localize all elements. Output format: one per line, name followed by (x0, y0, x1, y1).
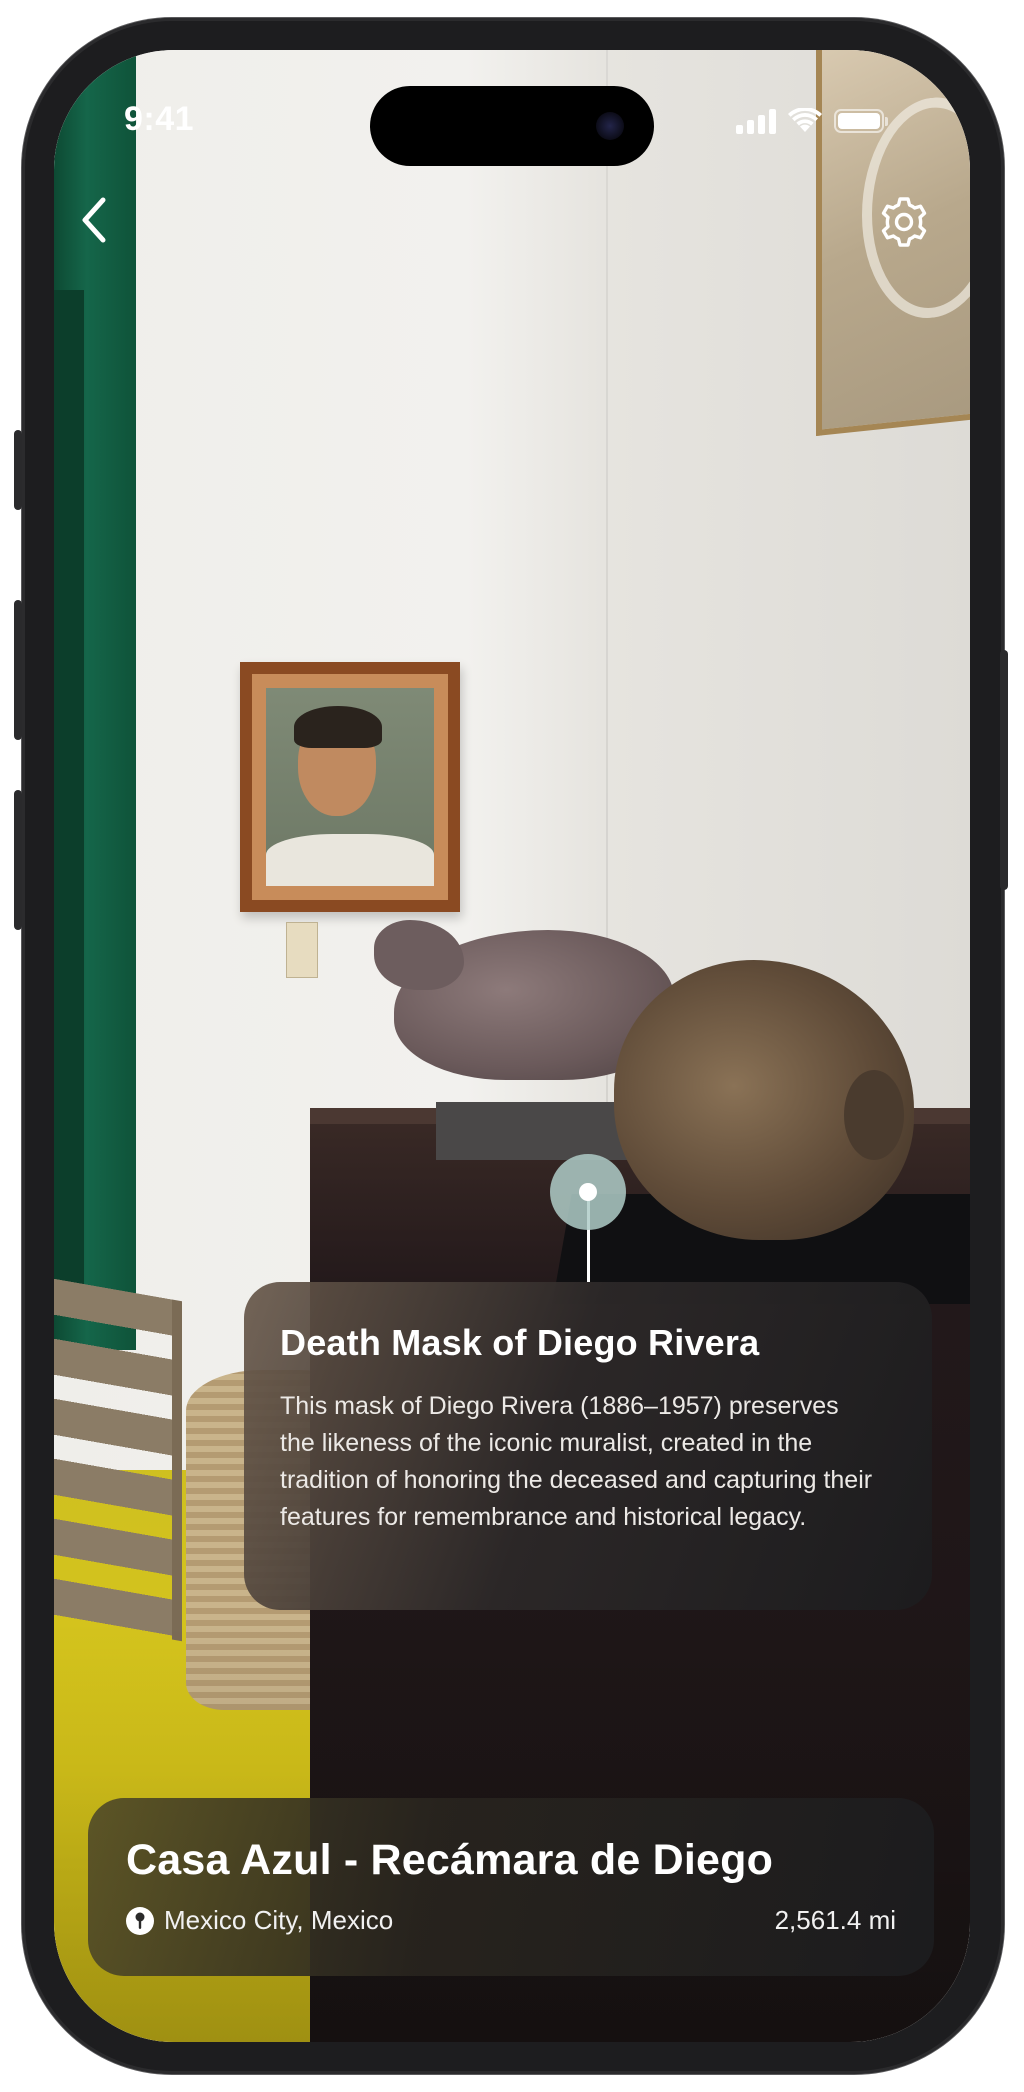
ar-camera-view (54, 50, 970, 2042)
settings-button[interactable] (874, 192, 934, 252)
statue-base (436, 1102, 636, 1160)
death-mask-ear (844, 1070, 904, 1160)
gear-icon (881, 197, 927, 247)
status-icons (736, 104, 888, 138)
location-title: Casa Azul - Recámara de Diego (126, 1836, 774, 1884)
location-details: Mexico City, Mexico 2,561.4 mi (126, 1905, 896, 1936)
volume-down-button (14, 790, 22, 930)
portrait-canvas (266, 688, 434, 886)
artifact-description: This mask of Diego Rivera (1886–1957) pr… (280, 1392, 873, 1531)
volume-up-button (14, 600, 22, 740)
status-time: 9:41 (124, 100, 195, 138)
location-city: Mexico City, Mexico (164, 1905, 394, 1935)
hotspot-pin-icon (579, 1183, 597, 1201)
location-card[interactable]: Casa Azul - Recámara de Diego Mexico Cit… (88, 1798, 934, 1976)
portrait-mat (252, 674, 448, 900)
portrait-shirt (266, 834, 434, 886)
artifact-title: Death Mask of Diego Rivera (280, 1322, 760, 1363)
power-button (1000, 650, 1008, 890)
location-pin-icon (126, 1906, 154, 1935)
location-place: Mexico City, Mexico (126, 1905, 393, 1936)
front-camera-icon (596, 112, 624, 140)
dynamic-island (370, 86, 654, 166)
location-pin-glyph (135, 1912, 145, 1929)
portrait-hair (294, 706, 382, 748)
screen: 9:41 Death Mask of Diego Rivera This mas… (54, 50, 970, 2042)
artifact-info-card[interactable]: Death Mask of Diego Rivera This mask of … (244, 1282, 932, 1610)
wifi-icon (788, 108, 822, 132)
back-button[interactable] (66, 192, 122, 248)
portrait-painting (240, 662, 460, 912)
hotspot-marker[interactable] (550, 1154, 626, 1230)
cellular-signal-icon (736, 108, 776, 134)
wooden-chair (54, 1278, 182, 1642)
action-button (14, 430, 22, 510)
battery-icon (834, 109, 888, 133)
location-distance: 2,561.4 mi (774, 1905, 896, 1935)
light-switch (286, 922, 318, 978)
chevron-left-icon (82, 197, 106, 243)
